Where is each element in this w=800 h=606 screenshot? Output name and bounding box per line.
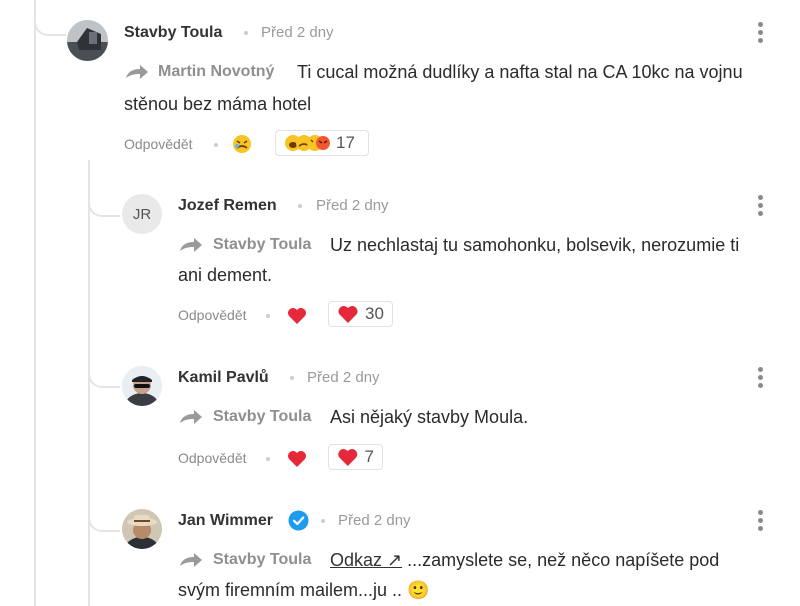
timestamp: Před 2 dny — [307, 369, 380, 386]
reply-arrow-icon — [124, 64, 150, 80]
separator-dot — [298, 204, 302, 208]
avatar[interactable]: JR — [122, 194, 162, 234]
reaction-emojis-icon — [285, 135, 330, 151]
avatar[interactable] — [122, 509, 162, 549]
thread-connector — [34, 0, 66, 36]
author-name[interactable]: Jan Wimmer — [178, 512, 273, 530]
author-name[interactable]: Stavby Toula — [124, 24, 222, 42]
reactions-summary[interactable]: 17 — [275, 130, 369, 156]
more-options-icon[interactable] — [750, 20, 770, 44]
reply-button[interactable]: Odpovědět — [178, 450, 247, 466]
reply-button[interactable]: Odpovědět — [178, 307, 247, 323]
heart-icon — [338, 448, 358, 466]
reaction-count: 7 — [364, 447, 374, 466]
author-name[interactable]: Kamil Pavlů — [178, 369, 269, 387]
reply-arrow-icon — [178, 552, 204, 568]
heart-icon — [338, 305, 358, 323]
separator-dot — [266, 314, 270, 318]
comment-text: svým firemním mailem...ju .. 🙂 — [178, 580, 430, 600]
reactions-summary[interactable]: 7 — [328, 444, 383, 470]
reactions-summary[interactable]: 30 — [328, 301, 393, 327]
heart-reaction-icon[interactable] — [287, 450, 307, 468]
thread-line — [34, 0, 36, 606]
comment-text: Asi nějaký stavby Moula. — [330, 407, 529, 427]
verified-badge-icon — [288, 510, 309, 531]
reply-arrow-icon — [178, 237, 204, 253]
separator-dot — [266, 457, 270, 461]
comment-text: ani dement. — [178, 265, 273, 285]
reply-to-author[interactable]: Stavby Toula — [213, 551, 311, 569]
comment-text-line: Odkaz ↗ ...zamyslete se, než něco napíše… — [330, 545, 719, 575]
more-options-icon[interactable] — [750, 365, 770, 389]
timestamp: Před 2 dny — [338, 512, 411, 529]
separator-dot — [244, 31, 248, 35]
comment-text: stěnou bez máma hotel — [124, 94, 312, 114]
separator-dot — [321, 519, 325, 523]
timestamp: Před 2 dny — [261, 24, 334, 41]
add-reaction-icon[interactable] — [232, 134, 252, 154]
comment-text: Ti cucal možná dudlíky a nafta stal na C… — [297, 62, 743, 82]
more-options-icon[interactable] — [750, 193, 770, 217]
author-name[interactable]: Jozef Remen — [178, 197, 277, 215]
thread-connector — [88, 160, 120, 217]
thread-line-nested — [88, 160, 90, 606]
reply-arrow-icon — [178, 409, 204, 425]
reaction-count: 30 — [365, 304, 384, 323]
heart-reaction-icon[interactable] — [287, 307, 307, 325]
separator-dot — [214, 143, 218, 147]
reply-to-author[interactable]: Stavby Toula — [213, 236, 311, 254]
reply-to-author[interactable]: Stavby Toula — [213, 408, 311, 426]
separator-dot — [290, 376, 294, 380]
timestamp: Před 2 dny — [316, 197, 389, 214]
comment-text: Uz nechlastaj tu samohonku, bolsevik, ne… — [330, 235, 740, 255]
reaction-count: 17 — [336, 133, 355, 152]
avatar[interactable] — [122, 366, 162, 406]
link-odkaz[interactable]: Odkaz ↗ — [330, 550, 402, 570]
avatar[interactable] — [67, 20, 108, 61]
thread-connector — [88, 472, 120, 532]
more-options-icon[interactable] — [750, 508, 770, 532]
thread-connector — [88, 330, 120, 388]
reply-button[interactable]: Odpovědět — [124, 136, 193, 152]
reply-to-author[interactable]: Martin Novotný — [158, 63, 274, 81]
comment-text: ...zamyslete se, než něco napíšete pod — [402, 550, 720, 570]
